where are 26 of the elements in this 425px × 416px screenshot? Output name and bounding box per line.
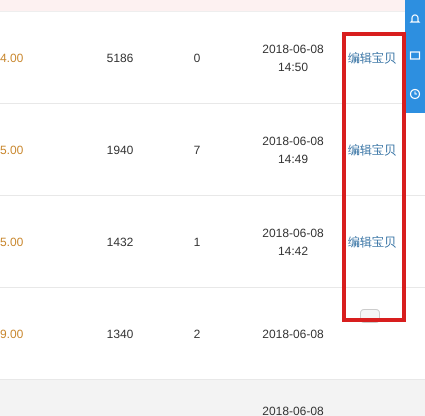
sales-text: 1 bbox=[192, 234, 202, 250]
sales-text: 2 bbox=[192, 326, 202, 342]
sales-text: 7 bbox=[192, 142, 202, 158]
edit-link[interactable]: 编辑宝贝 bbox=[348, 140, 396, 158]
date-text: 2018-06-08 bbox=[262, 224, 324, 242]
views-text: 1432 bbox=[106, 234, 134, 250]
views-text: 5186 bbox=[106, 50, 134, 66]
price-text: 5.00 bbox=[0, 142, 24, 158]
date-text: 2018-06-08 bbox=[261, 404, 325, 416]
time-text: 14:49 bbox=[278, 150, 308, 168]
views-text: 1340 bbox=[106, 326, 134, 342]
price-text: 5.00 bbox=[0, 234, 24, 250]
bell-icon[interactable] bbox=[409, 12, 421, 25]
date-text: 2018-06-08 bbox=[262, 326, 324, 342]
views-text: 1940 bbox=[106, 142, 134, 158]
time-text: 14:42 bbox=[278, 242, 308, 260]
edit-link[interactable]: 编辑宝贝 bbox=[348, 232, 396, 250]
sales-text: 0 bbox=[192, 50, 202, 66]
time-text: 14:50 bbox=[278, 58, 308, 76]
edit-link[interactable]: 编辑宝贝 bbox=[348, 48, 396, 66]
date-text: 2018-06-08 bbox=[262, 132, 324, 150]
chat-icon[interactable] bbox=[409, 50, 421, 62]
clock-icon[interactable] bbox=[409, 88, 421, 100]
date-text: 2018-06-08 bbox=[262, 40, 324, 58]
price-text: 9.00 bbox=[0, 326, 24, 342]
price-text: 4.00 bbox=[0, 50, 24, 66]
